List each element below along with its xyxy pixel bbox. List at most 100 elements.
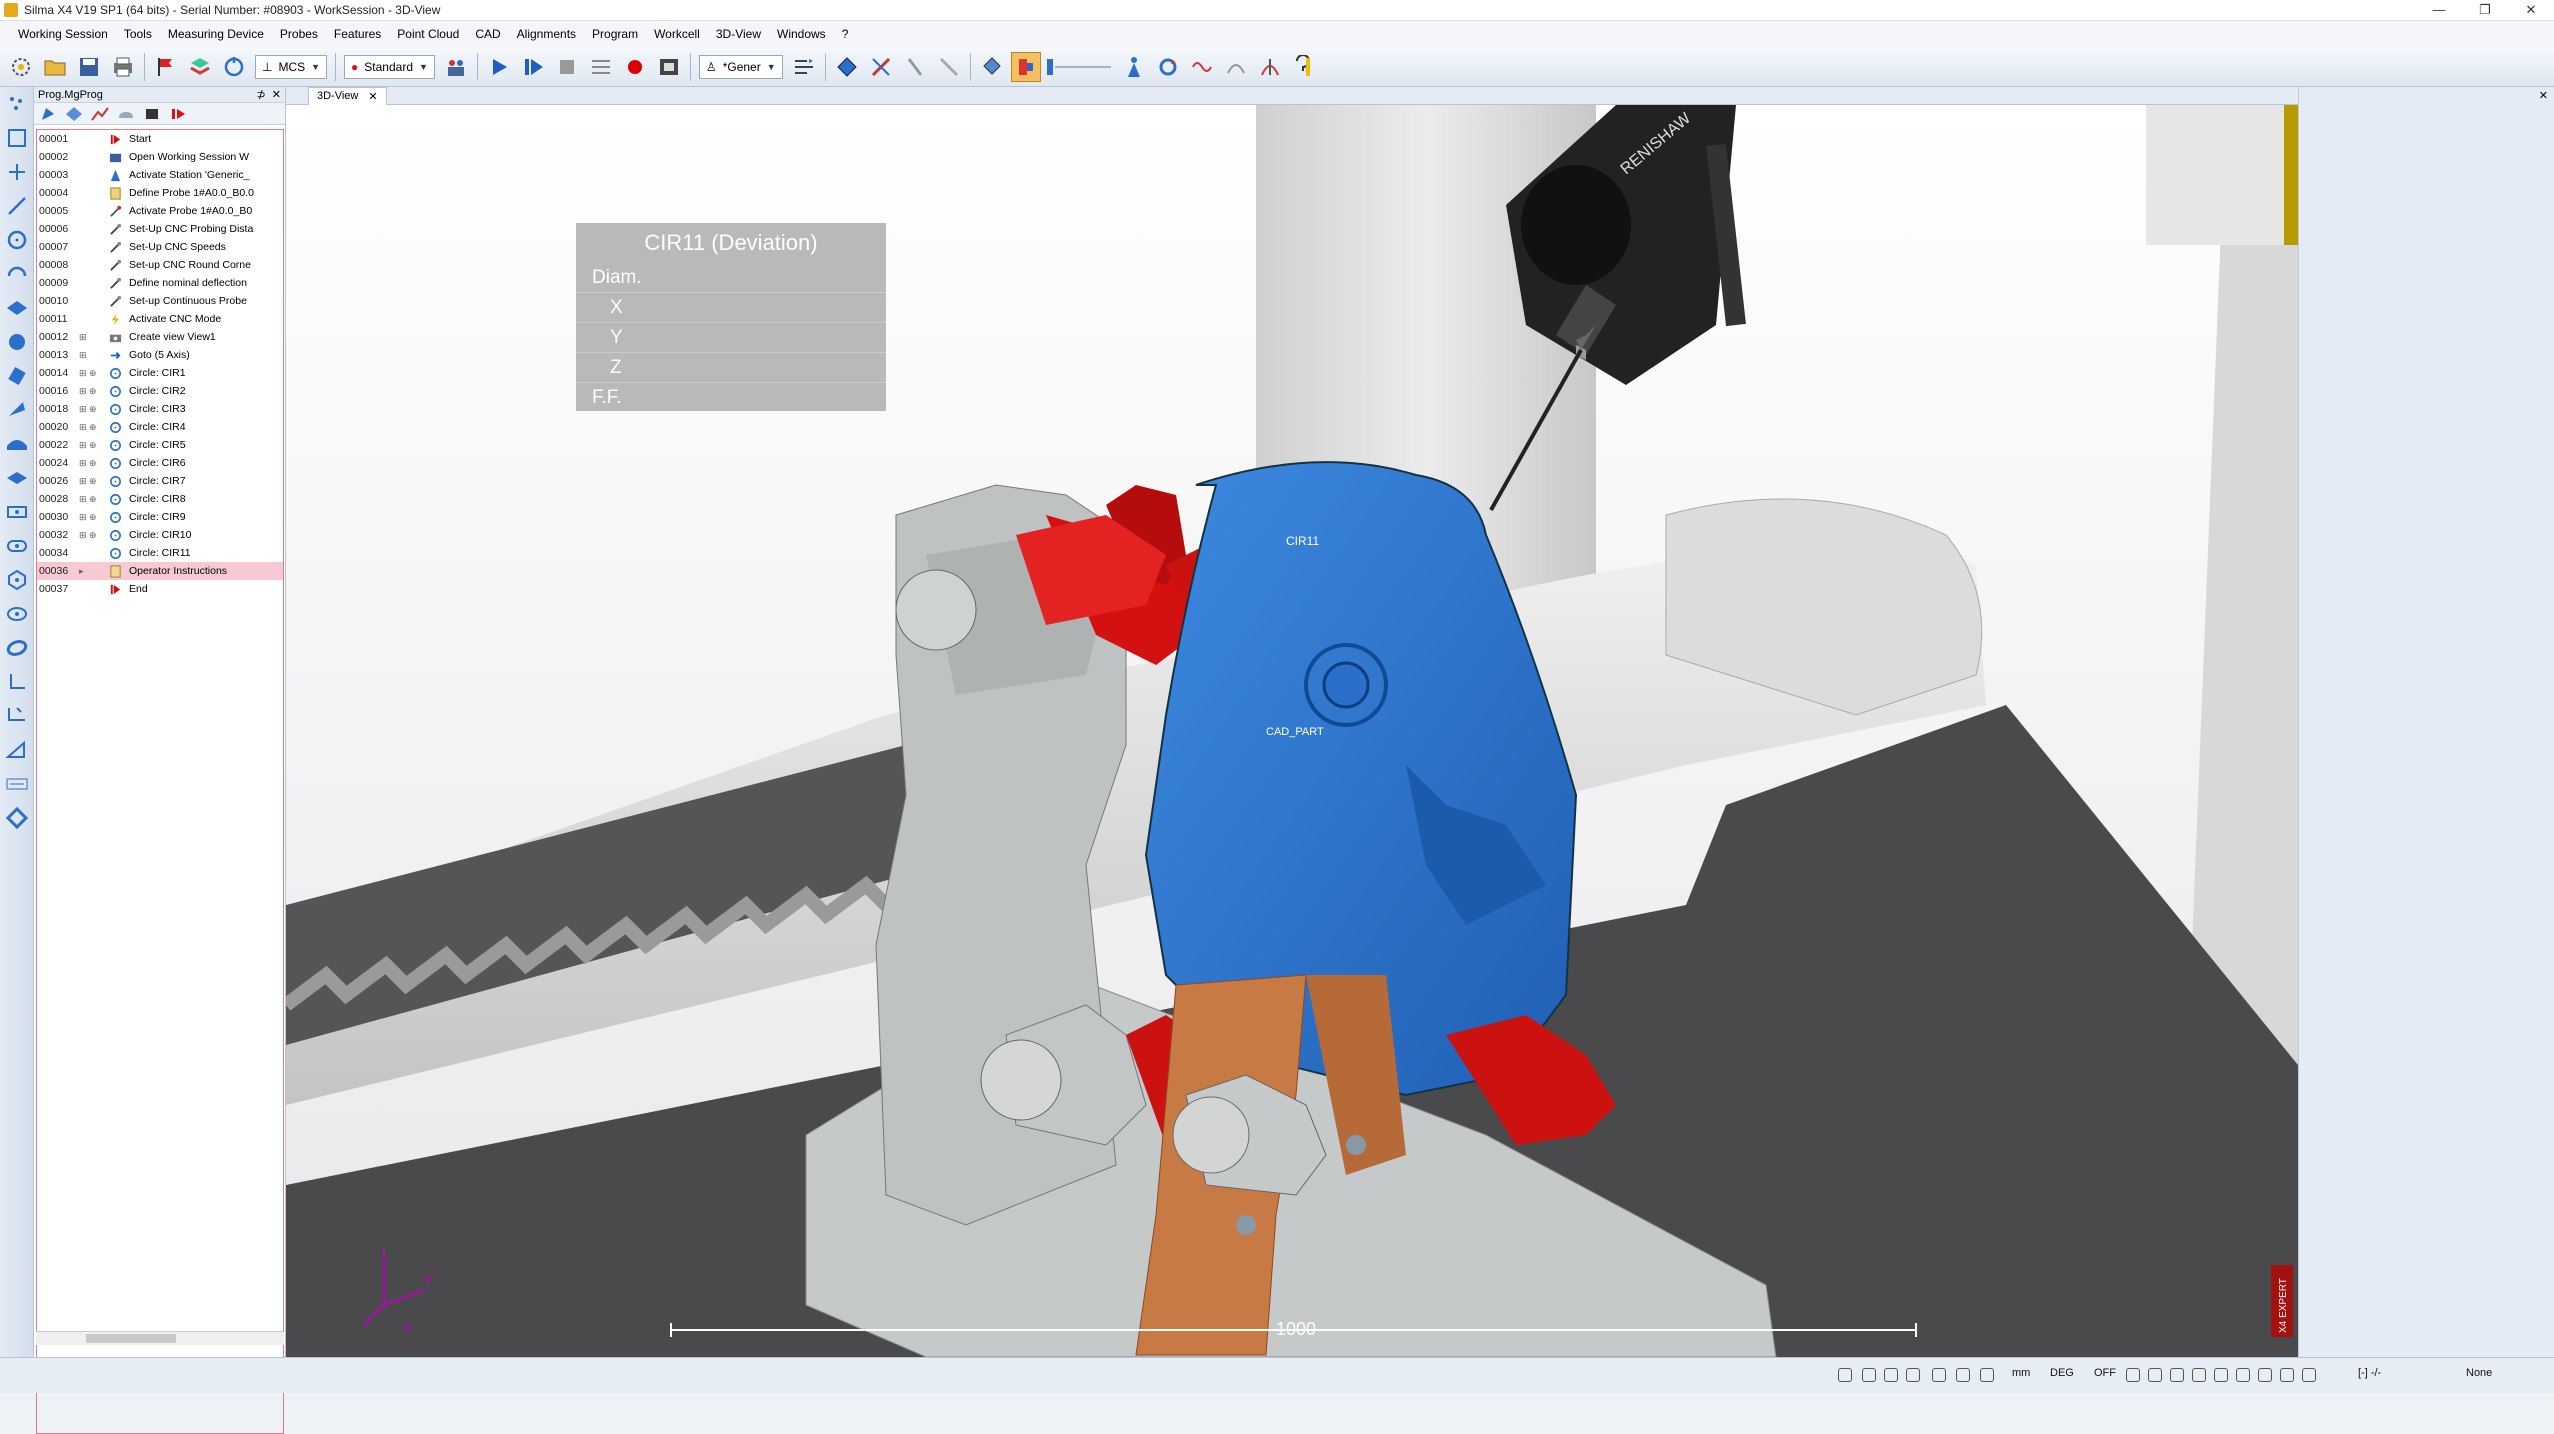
round-slot-icon[interactable] [0, 529, 34, 563]
cube-view-icon[interactable] [832, 52, 862, 82]
off-indicator[interactable]: OFF [2094, 1367, 2116, 1379]
expand-icon[interactable]: ⊞ ⊕ [79, 458, 107, 469]
hexagon-icon[interactable] [0, 563, 34, 597]
record-icon[interactable] [620, 52, 650, 82]
wave-icon[interactable] [1187, 52, 1217, 82]
expand-icon[interactable]: ⊞ ⊕ [79, 404, 107, 415]
tree-row[interactable]: 00008 Set-up CNC Round Corne [37, 256, 283, 274]
status-icon-cloud[interactable] [2148, 1368, 2162, 1382]
save-icon[interactable] [74, 52, 104, 82]
person-icon[interactable] [1119, 52, 1149, 82]
tree-row[interactable]: 00012 ⊞ Create view View1 [37, 328, 283, 346]
tab-3d-view[interactable]: 3D-View ✕ [308, 87, 387, 105]
tree-row[interactable]: 00018 ⊞ ⊕ Circle: CIR3 [37, 400, 283, 418]
run-icon[interactable] [168, 106, 188, 122]
rect-slot-icon[interactable] [0, 495, 34, 529]
tree-row[interactable]: 00030 ⊞ ⊕ Circle: CIR9 [37, 508, 283, 526]
status-icon-x5[interactable] [2214, 1368, 2228, 1382]
expand-icon[interactable]: ⊞ ⊕ [79, 368, 107, 379]
menu-windows[interactable]: Windows [769, 27, 834, 41]
angle-unit-indicator[interactable]: DEG [2050, 1367, 2074, 1379]
tree-row[interactable]: 00006 Set-Up CNC Probing Dista [37, 220, 283, 238]
status-icon-grid[interactable] [1956, 1368, 1970, 1382]
tree-row[interactable]: 00001 Start [37, 130, 283, 148]
tree-row[interactable]: 00011 Activate CNC Mode [37, 310, 283, 328]
menu-features[interactable]: Features [326, 27, 389, 41]
tree-row[interactable]: 00014 ⊞ ⊕ Circle: CIR1 [37, 364, 283, 382]
status-icon-x2[interactable] [1884, 1368, 1898, 1382]
view-mode-select[interactable]: ♙ *Gener ▼ [698, 54, 783, 79]
panel-close-icon[interactable]: ✕ [272, 89, 281, 101]
status-icon-probe[interactable] [1932, 1368, 1946, 1382]
film-icon[interactable] [654, 52, 684, 82]
cylinder-icon[interactable] [0, 359, 34, 393]
clamp-tool-icon[interactable] [1010, 51, 1041, 82]
arc-icon[interactable] [1221, 52, 1251, 82]
arc-feature-icon[interactable] [0, 257, 34, 291]
status-icon-stop[interactable] [2280, 1368, 2294, 1382]
expand-icon[interactable]: ⊞ ⊕ [79, 476, 107, 487]
menu-tools[interactable]: Tools [116, 27, 160, 41]
flag-icon[interactable] [151, 52, 181, 82]
surface-icon[interactable] [0, 427, 34, 461]
status-icon-star[interactable] [2302, 1368, 2316, 1382]
tree-row[interactable]: 00028 ⊞ ⊕ Circle: CIR8 [37, 490, 283, 508]
tree-row[interactable]: 00010 Set-up Continuous Probe [37, 292, 283, 310]
box-select-icon[interactable] [977, 52, 1007, 82]
point-cloud-icon[interactable] [0, 87, 34, 121]
tree-row[interactable]: 00020 ⊞ ⊕ Circle: CIR4 [37, 418, 283, 436]
menu-probes[interactable]: Probes [272, 27, 326, 41]
ellipse-icon[interactable] [0, 597, 34, 631]
new-session-icon[interactable] [6, 52, 36, 82]
expand-icon[interactable]: ▸ [79, 566, 107, 577]
tree-row[interactable]: 00024 ⊞ ⊕ Circle: CIR6 [37, 454, 283, 472]
point-icon[interactable] [0, 155, 34, 189]
cloud-icon[interactable] [116, 106, 136, 122]
unit-indicator[interactable]: mm [2012, 1367, 2030, 1379]
status-icon-x1[interactable] [1862, 1368, 1876, 1382]
triangle-measure-icon[interactable] [0, 733, 34, 767]
menu-workcell[interactable]: Workcell [646, 27, 708, 41]
help-icon[interactable] [1289, 52, 1319, 82]
close-button[interactable]: ✕ [2508, 0, 2554, 21]
graph-icon[interactable] [90, 106, 110, 122]
expand-icon[interactable]: ⊞ ⊕ [79, 512, 107, 523]
team-icon[interactable] [441, 52, 471, 82]
expand-icon[interactable]: ⊞ [79, 350, 107, 361]
distance-icon[interactable] [0, 665, 34, 699]
menu-point-cloud[interactable]: Point Cloud [389, 27, 467, 41]
circle-icon[interactable] [0, 223, 34, 257]
slider-icon[interactable] [1045, 52, 1115, 82]
print-icon[interactable] [108, 52, 138, 82]
expand-icon[interactable]: ⊞ ⊕ [79, 494, 107, 505]
menu-alignments[interactable]: Alignments [509, 27, 584, 41]
eraser-icon[interactable] [142, 106, 162, 122]
menu-cad[interactable]: CAD [467, 27, 508, 41]
status-icon-x3[interactable] [1906, 1368, 1920, 1382]
angle-icon[interactable] [0, 699, 34, 733]
expand-icon[interactable]: ⊞ [79, 332, 107, 343]
probe-mode-select[interactable]: ● Standard ▼ [344, 54, 435, 79]
tree-row[interactable]: 00013 ⊞ Goto (5 Axis) [37, 346, 283, 364]
signal-icon[interactable] [1255, 52, 1285, 82]
rotate-icon[interactable] [1153, 52, 1183, 82]
measure-icon[interactable] [866, 52, 896, 82]
gdt-icon[interactable] [0, 767, 34, 801]
probe-tool-icon[interactable] [900, 52, 930, 82]
play-icon[interactable] [484, 52, 514, 82]
cycle-icon[interactable] [219, 52, 249, 82]
minimize-button[interactable]: — [2416, 0, 2462, 21]
expand-icon[interactable]: ⊞ ⊕ [79, 386, 107, 397]
3d-viewport[interactable]: RENISHAW CIR11 CAD_PART Y X 1000 X4 EXPE… [286, 105, 2298, 1357]
status-icon-x6[interactable] [2236, 1368, 2250, 1382]
fixture-icon[interactable] [0, 801, 34, 835]
tree-row[interactable]: 00034 Circle: CIR11 [37, 544, 283, 562]
line-tool-icon[interactable] [934, 52, 964, 82]
tab-close-icon[interactable]: ✕ [368, 90, 377, 103]
program-tree[interactable]: 00001 Start 00002 Open Working Session W 000… [36, 129, 284, 1434]
torus-icon[interactable] [0, 631, 34, 665]
tree-row[interactable]: 00007 Set-Up CNC Speeds [37, 238, 283, 256]
status-icon-tools[interactable] [2126, 1368, 2140, 1382]
open-folder-icon[interactable] [40, 52, 70, 82]
status-icon-monitor[interactable] [1838, 1368, 1852, 1382]
